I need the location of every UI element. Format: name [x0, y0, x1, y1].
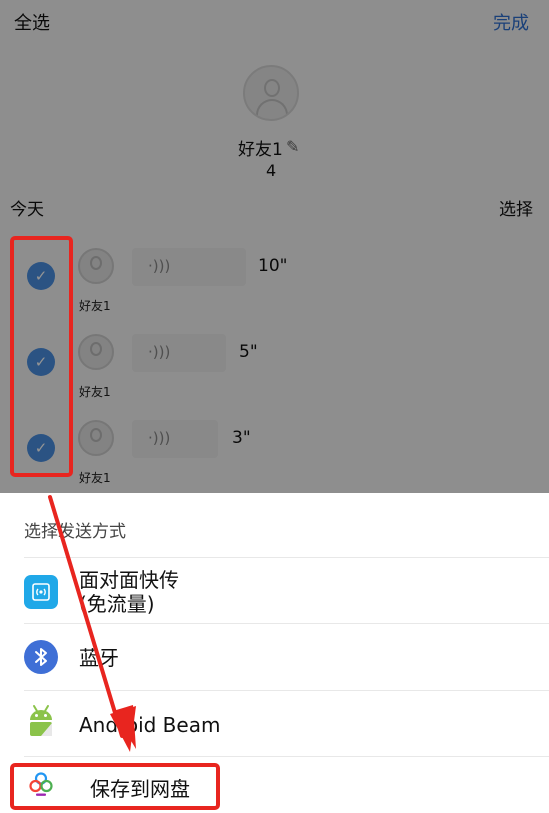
option-label: Android Beam: [79, 713, 221, 737]
sender-name: 好友1: [79, 471, 111, 485]
select-button[interactable]: 选择: [499, 195, 533, 220]
option-face-to-face-transfer[interactable]: 面对面快传 (免流量): [0, 558, 549, 622]
voice-message-bubble[interactable]: ·))): [132, 420, 218, 458]
face-to-face-transfer-icon: [24, 575, 58, 609]
voice-message-bubble[interactable]: ·))): [132, 334, 226, 372]
pencil-icon[interactable]: ✎: [286, 137, 299, 156]
voice-message-bubble[interactable]: ·))): [132, 248, 246, 286]
voice-duration: 5": [239, 342, 258, 362]
select-all-button[interactable]: 全选: [14, 9, 50, 35]
sender-name: 好友1: [79, 299, 111, 313]
voice-duration: 3": [232, 428, 251, 448]
option-sublabel: (免流量): [79, 592, 155, 616]
default-avatar-icon[interactable]: [243, 65, 299, 121]
share-sheet: 选择发送方式 面对面快传 (免流量) 蓝牙 Android Beam 保存到网盘: [0, 493, 549, 813]
option-bluetooth[interactable]: 蓝牙: [0, 624, 549, 688]
date-label: 今天: [10, 200, 44, 220]
option-label: 蓝牙: [79, 646, 119, 670]
save-option-highlight-annotation: [10, 763, 220, 810]
screen: 全选 完成 好友1 ✎ 4 今天 选择 ✓ ·))) 10" 好友1 ✓ ·))…: [0, 0, 549, 813]
sheet-title: 选择发送方式: [24, 522, 126, 542]
android-icon: [24, 703, 58, 737]
message-count: 4: [266, 161, 277, 180]
done-button[interactable]: 完成: [493, 9, 529, 35]
friend-name: 好友1: [238, 140, 283, 160]
option-android-beam[interactable]: Android Beam: [0, 691, 549, 755]
option-label: 面对面快传: [79, 568, 179, 592]
sender-avatar-icon: [78, 334, 114, 370]
checkbox-highlight-annotation: [10, 236, 73, 477]
voice-icon: ·))): [148, 343, 171, 361]
message-row[interactable]: ✓ ·))) 5" 好友1: [0, 330, 549, 410]
sender-avatar-icon: [78, 248, 114, 284]
sender-name: 好友1: [79, 385, 111, 399]
bluetooth-icon: [24, 640, 58, 674]
voice-icon: ·))): [148, 257, 171, 275]
voice-duration: 10": [258, 256, 288, 276]
chat-area: 全选 完成 好友1 ✎ 4 今天 选择 ✓ ·))) 10" 好友1 ✓ ·))…: [0, 0, 549, 493]
sender-avatar-icon: [78, 420, 114, 456]
voice-icon: ·))): [148, 429, 171, 447]
message-row[interactable]: ✓ ·))) 10" 好友1: [0, 244, 549, 324]
message-row[interactable]: ✓ ·))) 3" 好友1: [0, 416, 549, 496]
